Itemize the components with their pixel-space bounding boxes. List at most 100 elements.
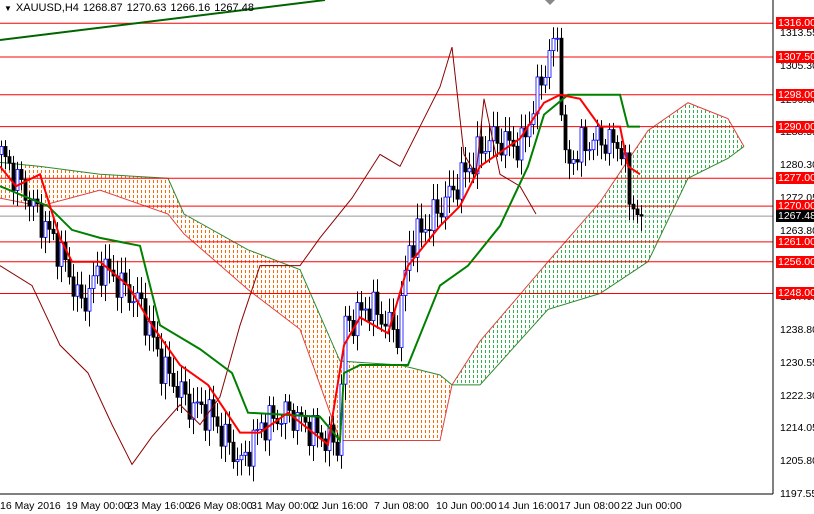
bear-candle (359, 302, 364, 311)
bear-candle (603, 144, 608, 154)
time-label: 31 May 00:00 (251, 500, 315, 512)
price-tick: 1230.55 (780, 356, 814, 369)
bear-candle (263, 422, 268, 441)
bear-candle (199, 401, 204, 406)
price-tick: 1222.30 (780, 389, 814, 402)
bear-candle (115, 275, 120, 298)
bear-candle (451, 185, 456, 191)
bear-candle (563, 114, 568, 151)
bull-candle (443, 196, 448, 218)
bull-candle (423, 229, 428, 233)
bear-candle (171, 372, 176, 387)
price-tick: 1205.80 (780, 455, 814, 468)
bull-candle (239, 454, 244, 461)
low-value: 1266.16 (170, 2, 211, 14)
bear-candle (67, 259, 72, 278)
chart-header: ▼ XAUUSD,H4 1268.87 1270.63 1266.16 1267… (4, 2, 254, 14)
bear-candle (139, 292, 144, 300)
bull-candle (371, 291, 376, 322)
bear-candle (271, 405, 276, 419)
shift-marker-icon[interactable] (545, 0, 555, 5)
bull-candle (207, 399, 212, 431)
bull-candle (91, 275, 96, 289)
bull-candle (255, 428, 260, 431)
bear-candle (619, 148, 624, 160)
bear-candle (395, 329, 400, 349)
bear-candle (55, 233, 60, 267)
bear-candle (167, 356, 172, 374)
chikou-span-line (0, 46, 537, 466)
time-label: 16 May 2016 (0, 500, 61, 512)
chart-window[interactable]: ▼ XAUUSD,H4 1268.87 1270.63 1266.16 1267… (0, 0, 814, 514)
bear-candle (435, 199, 440, 214)
bear-candle (219, 425, 224, 447)
bear-candle (175, 386, 180, 398)
dropdown-triangle-icon[interactable]: ▼ (4, 4, 12, 13)
bull-candle (87, 288, 92, 312)
time-label: 26 May 08:00 (189, 500, 253, 512)
bull-candle (163, 356, 168, 384)
bear-candle (211, 399, 216, 418)
bear-candle (375, 291, 380, 315)
bear-candle (19, 169, 24, 180)
time-label: 22 Jun 00:00 (621, 500, 682, 512)
bull-candle (555, 37, 560, 40)
time-label: 7 Jun 08:00 (374, 500, 429, 512)
bear-candle (567, 149, 572, 164)
bear-candle (367, 308, 372, 322)
bear-candle (287, 401, 292, 411)
price-tick: 1280.30 (780, 159, 814, 172)
bear-candle (559, 37, 564, 116)
bull-candle (607, 129, 612, 154)
bear-candle (627, 152, 632, 205)
bull-candle (259, 422, 264, 430)
bull-candle (535, 76, 540, 115)
bear-candle (155, 336, 160, 350)
bear-candle (507, 131, 512, 141)
bull-candle (195, 401, 200, 404)
bull-candle (519, 127, 524, 161)
bear-candle (159, 348, 164, 384)
bull-candle (483, 150, 488, 154)
bear-candle (99, 265, 104, 286)
bear-candle (463, 162, 468, 173)
bull-candle (579, 127, 584, 163)
bull-candle (595, 126, 600, 141)
ichimoku-lines (0, 46, 641, 466)
bull-candle (15, 169, 20, 191)
high-value: 1270.63 (126, 2, 167, 14)
bear-candle (419, 218, 424, 233)
bear-candle (231, 441, 236, 463)
price-chart[interactable] (0, 0, 814, 514)
bear-cloud-segment (184, 214, 248, 290)
bull-candle (251, 429, 256, 467)
time-label: 14 Jun 16:00 (498, 500, 559, 512)
bear-cloud-segment (340, 361, 400, 441)
bear-candle (427, 229, 432, 232)
bull-candle (103, 258, 108, 286)
bear-candle (479, 136, 484, 154)
bear-candle (335, 441, 340, 456)
bear-candle (247, 451, 252, 467)
bear-candle (611, 129, 616, 143)
level-label: 1298.00 (776, 88, 814, 101)
bear-cloud-segment (400, 365, 440, 441)
bull-candle (431, 199, 436, 232)
time-label: 19 May 00:00 (66, 500, 130, 512)
bear-candle (71, 276, 76, 297)
bear-candle (639, 214, 644, 217)
candles (0, 27, 644, 482)
bear-candle (215, 416, 220, 427)
bear-candle (3, 146, 8, 158)
bear-candle (47, 221, 52, 230)
bull-candle (59, 242, 64, 267)
bull-candle (399, 295, 404, 349)
bear-candle (227, 423, 232, 443)
bull-candle (551, 37, 556, 52)
bull-cloud-segment (480, 261, 548, 385)
bear-candle (615, 142, 620, 149)
bear-candle (599, 126, 604, 146)
bull-candle (235, 459, 240, 463)
bear-candle (303, 415, 308, 423)
bull-candle (243, 451, 248, 456)
